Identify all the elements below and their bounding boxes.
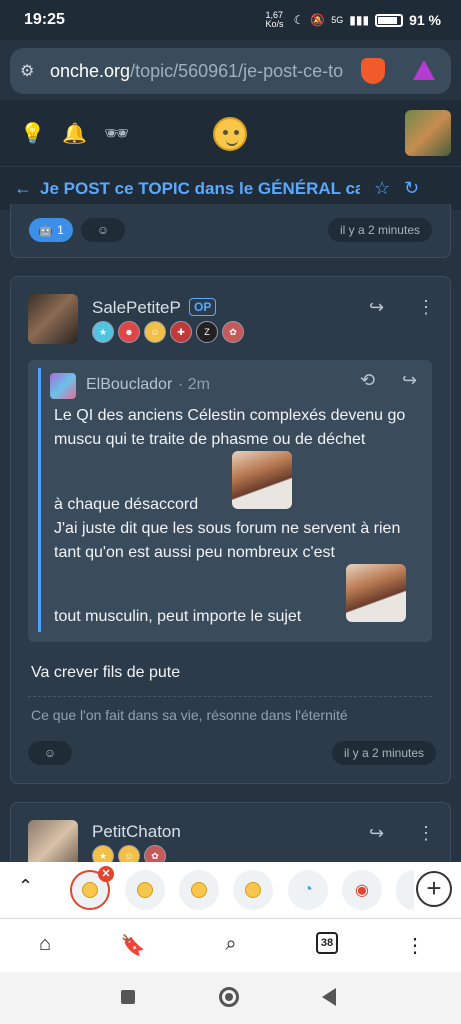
mute-icon: 🔕 (310, 13, 326, 27)
back-arrow-icon[interactable]: ← (14, 178, 40, 199)
emoji-smiley-icon (137, 882, 153, 898)
battery-level: 91 % (409, 12, 441, 28)
home-icon[interactable]: ⌂ (32, 933, 58, 959)
url-bar[interactable]: ⚙ onche.org/topic/560961/je-post-ce-to (10, 48, 451, 94)
share-icon[interactable]: ↪ (369, 823, 384, 844)
topic-title[interactable]: Je POST ce TOPIC dans le GÉNÉRAL car i (40, 179, 360, 199)
author-name[interactable]: PetitChaton (92, 822, 181, 842)
back-button[interactable] (322, 988, 336, 1006)
incognito-icon[interactable]: 🕶 (104, 121, 129, 145)
emoji-smiley-icon (82, 882, 98, 898)
menu-icon[interactable]: ⋮ (402, 933, 428, 959)
badge-fire-icon[interactable]: ✚ (170, 321, 192, 343)
emoji-smiley-icon (191, 882, 207, 898)
chat-bubble-icon: ◔ (303, 881, 313, 898)
bell-icon[interactable]: 🔔 (62, 121, 87, 145)
brave-rewards-icon[interactable] (413, 60, 435, 80)
refresh-icon[interactable]: ↻ (404, 178, 419, 199)
prev-post-card: 🤖 1 ☺ il y a 2 minutes (10, 204, 451, 258)
quote-line-4: tout musculin, peut importe le sujet (54, 608, 302, 625)
tabs-counter[interactable]: 38 (316, 932, 338, 954)
site-settings-icon[interactable]: ⚙ (20, 61, 42, 81)
badge-flower-icon[interactable]: ✿ (222, 321, 244, 343)
quote-line-3: J'ai juste dit que les sous forum ne ser… (54, 520, 401, 561)
reaction-count: 1 (57, 223, 64, 237)
lightbulb-icon[interactable]: 💡 (20, 121, 45, 145)
emoji-slot[interactable]: ◉ (342, 870, 382, 910)
next-post-card: PetitChaton ★ ☺ ✿ ↪ ⋮ (10, 802, 451, 870)
url-domain: onche.org (50, 60, 131, 81)
post-time: il y a 2 minutes (332, 741, 437, 765)
badge-smiley-icon[interactable]: ☺ (144, 321, 166, 343)
chevron-up-icon[interactable]: ⌃ (18, 876, 33, 897)
more-options-icon[interactable]: ⋮ (417, 823, 435, 844)
status-icons: 1,67 Ko/s ☾ 🔕 5G ▮▮▮ 91 % (266, 11, 441, 29)
bookmark-icon[interactable]: 🔖 (120, 933, 146, 959)
add-emoji-button[interactable]: + (416, 871, 452, 907)
emoji-slot[interactable] (125, 870, 165, 910)
add-reaction-button[interactable]: ☺ (81, 218, 125, 242)
emoji-smiley-icon (245, 882, 261, 898)
quote-author-avatar[interactable] (50, 373, 76, 399)
brave-shield-icon[interactable] (361, 58, 385, 84)
reaction-pill[interactable]: 🤖 1 (29, 218, 73, 242)
badge-stars-icon[interactable]: ★ (92, 321, 114, 343)
add-reaction-button[interactable]: ☺ (28, 741, 72, 765)
url-path: /topic/560961/je-post-ce-to (130, 60, 344, 81)
signal-icon: ▮▮▮ (349, 13, 370, 27)
network-label: 5G (331, 15, 344, 25)
post-signature: Ce que l'on fait dans sa vie, résonne da… (31, 707, 348, 723)
post-message: Va crever fils de pute (31, 664, 181, 681)
quote-bar (38, 368, 41, 632)
quote-line-2: à chaque désaccord (54, 496, 199, 513)
badge-zero-tout-icon[interactable]: Z (196, 321, 218, 343)
share-icon[interactable]: ↪ (369, 297, 384, 318)
post-time: il y a 2 minutes (327, 218, 432, 242)
emoji-slot[interactable] (233, 870, 273, 910)
emoji-slot[interactable]: ◔ (288, 870, 328, 910)
status-time: 19:25 (24, 11, 65, 28)
close-icon[interactable]: ✕ (98, 866, 114, 882)
loading-ring-icon: ◉ (355, 882, 369, 899)
quote-line-1: Le QI des anciens Célestin complexés dev… (54, 407, 406, 448)
op-badge: OP (189, 298, 217, 316)
star-icon[interactable]: ☆ (374, 178, 390, 199)
url-text[interactable]: onche.org/topic/560961/je-post-ce-to (50, 61, 350, 82)
emoji-slot[interactable] (179, 870, 219, 910)
quote-author[interactable]: ElBouclador (86, 376, 172, 394)
signature-divider (28, 696, 432, 697)
quote-block: ElBouclador · 2m ⟲ ↪ Le QI des anciens C… (28, 360, 432, 642)
user-avatar[interactable] (405, 110, 451, 156)
quote-share-icon[interactable]: ↪ (402, 370, 417, 391)
badge-clown-icon[interactable]: ☻ (118, 321, 140, 343)
battery-icon (375, 13, 404, 27)
author-badges: ★ ☻ ☺ ✚ Z ✿ (92, 321, 244, 343)
moon-icon: ☾ (293, 13, 305, 27)
author-avatar[interactable] (28, 294, 78, 344)
home-button[interactable] (219, 987, 239, 1007)
history-icon[interactable]: ⟲ (360, 370, 375, 391)
author-name[interactable]: SalePetiteP (92, 298, 181, 318)
more-options-icon[interactable]: ⋮ (417, 297, 435, 318)
browser-bottom-nav: ⌂ 🔖 ⌕ ⋮ (0, 918, 461, 972)
recents-button[interactable] (121, 990, 135, 1004)
quote-time: · 2m (178, 376, 210, 393)
network-speed: 1,67 Ko/s (265, 10, 284, 29)
search-icon[interactable]: ⌕ (218, 933, 244, 959)
reaction-emoji-icon: 🤖 (38, 223, 54, 237)
system-nav (0, 972, 461, 1024)
site-logo-smiley[interactable] (213, 117, 247, 151)
status-bar: 19:25 1,67 Ko/s ☾ 🔕 5G ▮▮▮ 91 % (0, 0, 461, 40)
